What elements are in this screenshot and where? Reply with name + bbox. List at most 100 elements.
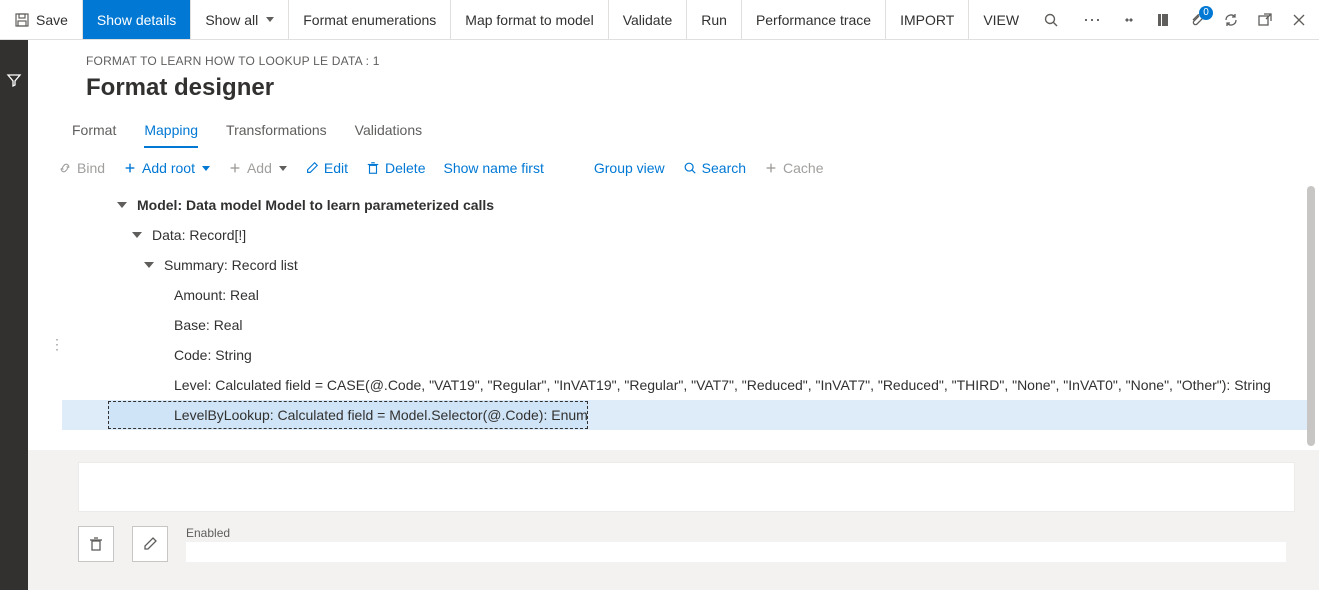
- tree-node-base[interactable]: Base: Real: [62, 310, 1309, 340]
- tab-validations[interactable]: Validations: [355, 116, 422, 148]
- tree-node-code[interactable]: Code: String: [62, 340, 1309, 370]
- top-command-bar-right: ⋯ 0: [1083, 0, 1319, 39]
- chevron-down-icon: [202, 166, 210, 171]
- attach-icon[interactable]: 0: [1189, 12, 1205, 28]
- tree-node-model[interactable]: Model: Data model Model to learn paramet…: [62, 190, 1309, 220]
- format-enumerations-button[interactable]: Format enumerations: [289, 0, 451, 39]
- tree-node-data[interactable]: Data: Record[!]: [62, 220, 1309, 250]
- chevron-down-icon: [266, 17, 274, 22]
- bind-button[interactable]: Bind: [58, 160, 105, 176]
- map-format-label: Map format to model: [465, 12, 593, 28]
- scrollbar-thumb[interactable]: [1307, 186, 1315, 446]
- filter-icon[interactable]: [6, 72, 22, 91]
- show-details-button[interactable]: Show details: [83, 0, 191, 39]
- expand-icon[interactable]: [144, 262, 154, 268]
- tree-label: Amount: Real: [174, 287, 259, 303]
- bottom-panels: Enabled: [28, 450, 1319, 562]
- enabled-field: Enabled: [186, 526, 1286, 562]
- view-label: VIEW: [983, 12, 1019, 28]
- content-header: FORMAT TO LEARN HOW TO LOOKUP LE DATA : …: [28, 40, 1319, 148]
- show-name-first-button[interactable]: Show name first: [443, 160, 543, 176]
- row-grip-icon[interactable]: ⋮: [50, 342, 64, 346]
- search-command[interactable]: [1033, 0, 1069, 39]
- group-view-label: Group view: [594, 160, 665, 176]
- top-command-bar: Save Show details Show all Format enumer…: [0, 0, 1319, 40]
- run-button[interactable]: Run: [687, 0, 742, 39]
- tab-transformations[interactable]: Transformations: [226, 116, 327, 148]
- refresh-icon[interactable]: [1223, 12, 1239, 28]
- delete-detail-button[interactable]: [78, 526, 114, 562]
- add-root-button[interactable]: Add root: [123, 160, 210, 176]
- tree-label: Data: Record[!]: [152, 227, 246, 243]
- left-rail: [0, 40, 28, 590]
- tab-mapping[interactable]: Mapping: [144, 116, 198, 148]
- expand-icon[interactable]: [117, 202, 127, 208]
- search-button[interactable]: Search: [683, 160, 746, 176]
- tree-node-amount[interactable]: Amount: Real: [62, 280, 1309, 310]
- tree-node-levelbylookup-row[interactable]: LevelByLookup: Calculated field = Model.…: [62, 400, 1309, 430]
- bind-label: Bind: [77, 160, 105, 176]
- run-label: Run: [701, 12, 727, 28]
- tabs: Format Mapping Transformations Validatio…: [72, 116, 1295, 148]
- tree-node-level[interactable]: Level: Calculated field = CASE(@.Code, "…: [62, 370, 1309, 400]
- tree-label: Summary: Record list: [164, 257, 298, 273]
- tree-node-levelbylookup[interactable]: LevelByLookup: Calculated field = Model.…: [108, 401, 588, 429]
- import-label: IMPORT: [900, 12, 954, 28]
- tree: ⋮ Model: Data model Model to learn param…: [28, 186, 1319, 450]
- performance-trace-button[interactable]: Performance trace: [742, 0, 886, 39]
- top-command-bar-left: Save Show details Show all Format enumer…: [0, 0, 1083, 39]
- cache-label: Cache: [783, 160, 823, 176]
- page-title: Format designer: [86, 74, 1295, 102]
- tree-label: Model: Data model Model to learn paramet…: [137, 197, 494, 213]
- save-button[interactable]: Save: [0, 0, 83, 39]
- show-all-label: Show all: [205, 12, 258, 28]
- cache-button[interactable]: Cache: [764, 160, 823, 176]
- more-actions-icon[interactable]: ⋯: [1083, 11, 1103, 29]
- detail-row: Enabled: [78, 526, 1295, 562]
- popout-icon[interactable]: [1257, 12, 1273, 28]
- search-label: Search: [702, 160, 746, 176]
- enabled-label: Enabled: [186, 526, 1286, 540]
- tree-node-summary[interactable]: Summary: Record list: [62, 250, 1309, 280]
- view-button[interactable]: VIEW: [969, 0, 1033, 39]
- map-format-button[interactable]: Map format to model: [451, 0, 608, 39]
- tab-format[interactable]: Format: [72, 116, 116, 148]
- show-all-button[interactable]: Show all: [191, 0, 289, 39]
- expand-icon[interactable]: [132, 232, 142, 238]
- add-root-label: Add root: [142, 160, 195, 176]
- breadcrumb: FORMAT TO LEARN HOW TO LOOKUP LE DATA : …: [86, 54, 1295, 68]
- search-icon: [1043, 12, 1059, 28]
- close-icon[interactable]: [1291, 12, 1307, 28]
- diamond-icon[interactable]: [1121, 12, 1137, 28]
- tree-label: Code: String: [174, 347, 252, 363]
- format-enumerations-label: Format enumerations: [303, 12, 436, 28]
- performance-trace-label: Performance trace: [756, 12, 871, 28]
- tree-label: LevelByLookup: Calculated field = Model.…: [174, 407, 588, 423]
- tree-label: Base: Real: [174, 317, 242, 333]
- add-button[interactable]: Add: [228, 160, 287, 176]
- show-details-label: Show details: [97, 12, 176, 28]
- enabled-input[interactable]: [186, 542, 1286, 562]
- body: FORMAT TO LEARN HOW TO LOOKUP LE DATA : …: [0, 40, 1319, 590]
- delete-label: Delete: [385, 160, 425, 176]
- delete-button[interactable]: Delete: [366, 160, 425, 176]
- show-name-first-label: Show name first: [443, 160, 543, 176]
- add-label: Add: [247, 160, 272, 176]
- main: FORMAT TO LEARN HOW TO LOOKUP LE DATA : …: [28, 40, 1319, 590]
- office-icon[interactable]: [1155, 12, 1171, 28]
- detail-panel: [78, 462, 1295, 512]
- mapping-toolbar: Bind Add root Add Edit: [28, 148, 1319, 186]
- tree-label: Level: Calculated field = CASE(@.Code, "…: [174, 377, 1271, 393]
- group-view-button[interactable]: Group view: [594, 160, 665, 176]
- chevron-down-icon: [279, 166, 287, 171]
- validate-label: Validate: [623, 12, 673, 28]
- validate-button[interactable]: Validate: [609, 0, 688, 39]
- attach-badge: 0: [1199, 6, 1213, 20]
- import-button[interactable]: IMPORT: [886, 0, 969, 39]
- save-label: Save: [36, 12, 68, 28]
- app-root: Save Show details Show all Format enumer…: [0, 0, 1319, 590]
- edit-detail-button[interactable]: [132, 526, 168, 562]
- save-icon: [14, 12, 30, 28]
- edit-button[interactable]: Edit: [305, 160, 348, 176]
- edit-label: Edit: [324, 160, 348, 176]
